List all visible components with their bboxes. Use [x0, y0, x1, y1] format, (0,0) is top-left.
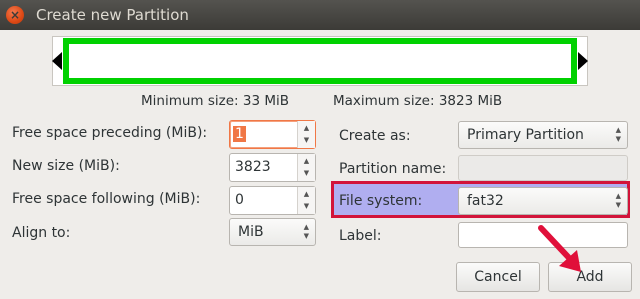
- free-space-preceding-value[interactable]: 1: [233, 126, 246, 142]
- annotation-arrow-icon: [538, 225, 581, 272]
- partition-name-field[interactable]: [458, 155, 628, 181]
- file-system-label: File system:: [339, 193, 423, 209]
- resize-handle-right-icon[interactable]: [578, 52, 588, 70]
- chevron-up-down-icon: ▲ ▼: [615, 192, 621, 209]
- free-space-preceding-spinner[interactable]: 1 ▲ ▼: [229, 120, 316, 149]
- free-space-preceding-label: Free space preceding (MiB):: [12, 125, 208, 141]
- spinner-arrows-icon[interactable]: ▲ ▼: [297, 121, 315, 148]
- resize-handle-left-icon[interactable]: [52, 52, 62, 70]
- spinner-arrows-icon[interactable]: ▲ ▼: [297, 187, 315, 214]
- new-size-spinner[interactable]: 3823 ▲ ▼: [229, 153, 316, 182]
- free-space-following-value[interactable]: 0: [235, 192, 244, 208]
- window-title: Create new Partition: [36, 6, 189, 24]
- create-as-dropdown[interactable]: Primary Partition ▲ ▼: [458, 121, 628, 149]
- free-space-following-spinner[interactable]: 0 ▲ ▼: [229, 186, 316, 215]
- free-space-following-label: Free space following (MiB):: [12, 191, 201, 207]
- create-as-value: Primary Partition: [467, 127, 584, 143]
- spinner-arrows-icon[interactable]: ▲ ▼: [297, 154, 315, 181]
- cancel-button[interactable]: Cancel: [456, 262, 540, 292]
- new-size-label: New size (MiB):: [12, 158, 120, 174]
- align-to-label: Align to:: [12, 225, 71, 241]
- align-to-dropdown[interactable]: MiB ▲ ▼: [229, 218, 316, 246]
- close-icon[interactable]: ×: [6, 6, 24, 24]
- partition-name-label: Partition name:: [339, 161, 447, 177]
- align-to-value: MiB: [238, 224, 264, 240]
- new-size-value[interactable]: 3823: [235, 159, 271, 175]
- title-bar: × Create new Partition: [0, 0, 640, 30]
- maximum-size-label: Maximum size: 3823 MiB: [333, 93, 503, 109]
- chevron-up-down-icon: ▲ ▼: [615, 126, 621, 143]
- create-as-label: Create as:: [339, 128, 411, 144]
- label-label: Label:: [339, 228, 382, 244]
- file-system-value: fat32: [467, 193, 504, 209]
- minimum-size-label: Minimum size: 33 MiB: [141, 93, 289, 109]
- partition-region[interactable]: [63, 38, 577, 84]
- partition-size-bar[interactable]: [52, 36, 588, 86]
- chevron-up-down-icon: ▲ ▼: [303, 223, 309, 240]
- file-system-dropdown[interactable]: fat32 ▲ ▼: [458, 187, 628, 215]
